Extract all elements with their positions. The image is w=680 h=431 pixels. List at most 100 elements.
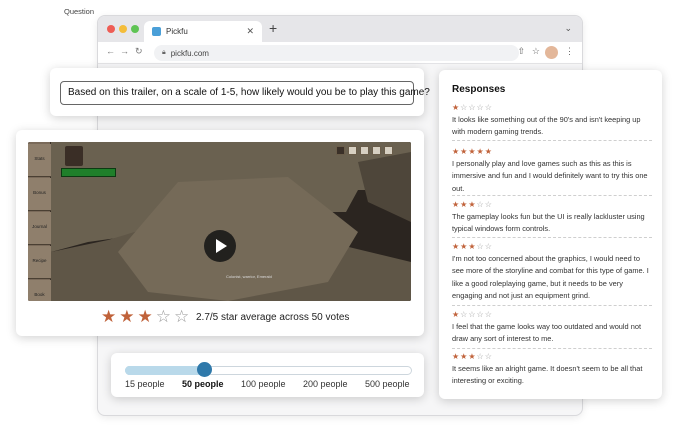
game-sidebar-item: Stats bbox=[28, 144, 51, 177]
close-tab-icon[interactable]: ✕ bbox=[246, 26, 254, 37]
response-text: I feel that the game looks way too outda… bbox=[452, 322, 641, 344]
star-icon: ★ bbox=[468, 200, 477, 209]
divider bbox=[452, 305, 652, 306]
star-icon: ☆ bbox=[476, 200, 485, 209]
response-item: ★★★☆☆ The gameplay looks fun but the UI … bbox=[452, 200, 652, 236]
game-toolbar-icon bbox=[336, 146, 345, 155]
character-portrait bbox=[65, 146, 83, 166]
star-icon: ★ bbox=[468, 352, 477, 361]
star-icon: ★ bbox=[484, 147, 493, 156]
maximize-window-button[interactable] bbox=[131, 25, 139, 33]
health-bar bbox=[61, 168, 116, 177]
star-icon: ★ bbox=[452, 103, 461, 112]
game-toolbar-icon bbox=[348, 146, 357, 155]
audience-option[interactable]: 50 people bbox=[182, 379, 224, 389]
star-icon: ★ bbox=[452, 310, 461, 319]
tab-bar: Pickfu ✕ + ⌄ bbox=[98, 16, 582, 42]
browser-toolbar: ← → ↻ 🔒︎ pickfu.com ⇧ ☆ ⋮ bbox=[98, 42, 582, 64]
responses-title: Responses bbox=[452, 84, 506, 95]
address-bar[interactable]: 🔒︎ pickfu.com bbox=[154, 45, 519, 61]
star-icon: ☆ bbox=[484, 103, 493, 112]
star-icon: ☆ bbox=[174, 307, 190, 326]
play-icon[interactable] bbox=[204, 230, 236, 262]
game-toolbar-icon bbox=[384, 146, 393, 155]
star-icon: ☆ bbox=[484, 242, 493, 251]
audience-option[interactable]: 100 people bbox=[241, 379, 286, 389]
star-rating: ★ ★ ★ ☆ ☆ bbox=[101, 308, 189, 326]
response-text: I'm not too concerned about the graphics… bbox=[452, 254, 649, 301]
star-icon: ☆ bbox=[484, 310, 493, 319]
bookmark-star-icon[interactable]: ☆ bbox=[532, 46, 540, 57]
star-icon: ★ bbox=[101, 307, 117, 326]
dungeon-map bbox=[28, 142, 411, 301]
star-icon: ☆ bbox=[476, 242, 485, 251]
star-icon: ☆ bbox=[476, 352, 485, 361]
star-icon: ★ bbox=[452, 147, 461, 156]
audience-slider-card bbox=[111, 353, 424, 397]
back-arrow-icon[interactable]: ← bbox=[106, 46, 115, 56]
share-icon[interactable]: ⇧ bbox=[517, 46, 525, 57]
response-text: It looks like something out of the 90's … bbox=[452, 115, 641, 137]
star-icon: ★ bbox=[452, 200, 461, 209]
response-text: It seems like an alright game. It doesn'… bbox=[452, 364, 643, 386]
star-icon: ☆ bbox=[484, 200, 493, 209]
tab-title: Pickfu bbox=[166, 27, 188, 36]
star-icon: ☆ bbox=[476, 310, 485, 319]
star-icon: ★ bbox=[137, 307, 153, 326]
minimize-window-button[interactable] bbox=[119, 25, 127, 33]
audience-slider-fill bbox=[125, 366, 208, 375]
close-window-button[interactable] bbox=[107, 25, 115, 33]
star-icon: ★ bbox=[468, 147, 477, 156]
responses-card: Responses ★☆☆☆☆ It looks like something … bbox=[439, 70, 662, 399]
star-icon: ★ bbox=[468, 242, 477, 251]
character-label: Colonist, warrior, Emerald bbox=[226, 274, 272, 279]
star-icon: ☆ bbox=[468, 103, 477, 112]
response-stars: ★☆☆☆☆ bbox=[452, 103, 652, 112]
menu-dots-icon[interactable]: ⋮ bbox=[565, 46, 574, 57]
response-stars: ★★★☆☆ bbox=[452, 242, 652, 251]
star-icon: ☆ bbox=[155, 307, 171, 326]
response-text: The gameplay looks fun but the UI is rea… bbox=[452, 212, 645, 234]
lock-icon: 🔒︎ bbox=[162, 49, 166, 56]
response-item: ★★★☆☆ I'm not too concerned about the gr… bbox=[452, 242, 652, 303]
star-icon: ★ bbox=[452, 242, 461, 251]
game-toolbar-icon bbox=[360, 146, 369, 155]
audience-option[interactable]: 500 people bbox=[365, 379, 410, 389]
audience-slider-thumb[interactable] bbox=[197, 362, 212, 377]
rating-summary: 2.7/5 star average across 50 votes bbox=[196, 312, 350, 323]
star-icon: ☆ bbox=[468, 310, 477, 319]
reload-icon[interactable]: ↻ bbox=[135, 46, 143, 57]
star-icon: ☆ bbox=[484, 352, 493, 361]
new-tab-icon[interactable]: + bbox=[269, 20, 277, 36]
star-icon: ☆ bbox=[476, 103, 485, 112]
game-trailer-video[interactable]: Stats Bonus Journal Recipe Book Colonist… bbox=[28, 142, 411, 301]
game-sidebar-item: Recipe bbox=[28, 246, 51, 279]
game-sidebar-item: Bonus bbox=[28, 178, 51, 211]
avatar[interactable] bbox=[545, 46, 558, 59]
response-stars: ★★★☆☆ bbox=[452, 352, 652, 361]
pickfu-favicon-icon bbox=[152, 27, 161, 36]
response-item: ★☆☆☆☆ It looks like something out of the… bbox=[452, 103, 652, 139]
audience-option[interactable]: 15 people bbox=[125, 379, 165, 389]
response-stars: ★★★★★ bbox=[452, 147, 652, 156]
response-item: ★★★★★ I personally play and love games s… bbox=[452, 147, 652, 195]
response-stars: ★☆☆☆☆ bbox=[452, 310, 652, 319]
response-item: ★★★☆☆ It seems like an alright game. It … bbox=[452, 352, 652, 388]
star-icon: ★ bbox=[119, 307, 135, 326]
browser-tab[interactable]: Pickfu ✕ bbox=[144, 21, 262, 42]
divider bbox=[452, 195, 652, 196]
url-text: pickfu.com bbox=[170, 48, 209, 58]
question-legend: Question bbox=[62, 7, 97, 16]
forward-arrow-icon[interactable]: → bbox=[120, 46, 129, 56]
game-toolbar-icon bbox=[372, 146, 381, 155]
chevron-down-icon[interactable]: ⌄ bbox=[564, 23, 572, 34]
divider bbox=[452, 140, 652, 141]
divider bbox=[452, 237, 652, 238]
star-icon: ★ bbox=[476, 147, 485, 156]
response-text: I personally play and love games such as… bbox=[452, 159, 648, 193]
response-item: ★☆☆☆☆ I feel that the game looks way too… bbox=[452, 310, 652, 346]
star-icon: ★ bbox=[452, 352, 461, 361]
game-sidebar-item: Journal bbox=[28, 212, 51, 245]
question-text: Based on this trailer, on a scale of 1-5… bbox=[68, 87, 430, 98]
audience-option[interactable]: 200 people bbox=[303, 379, 348, 389]
